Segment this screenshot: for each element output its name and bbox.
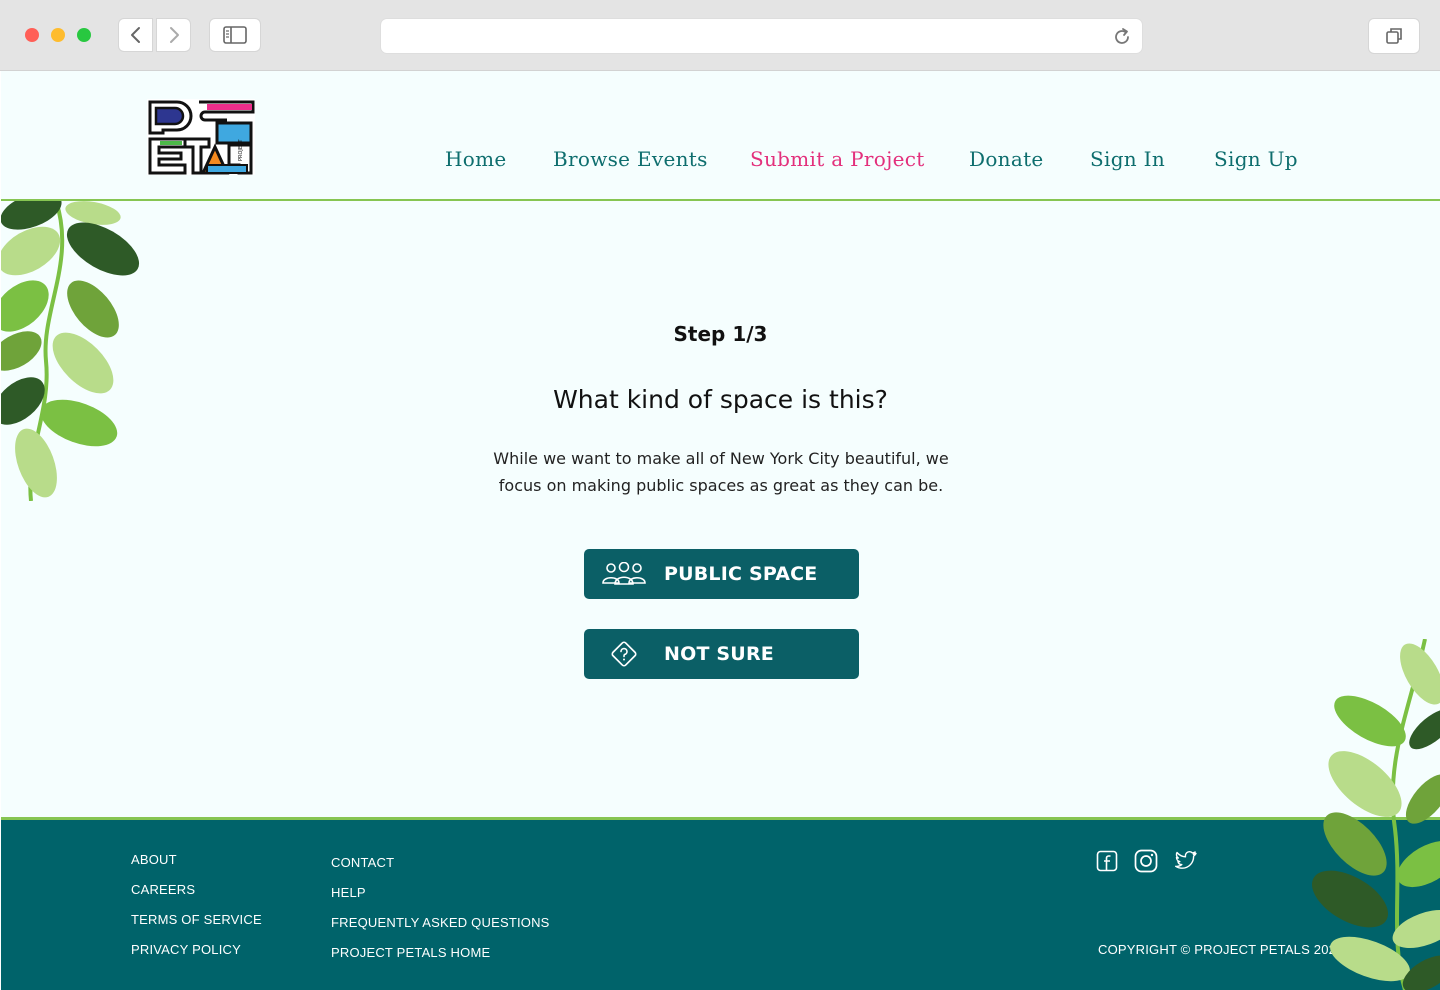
svg-text:PROJECT: PROJECT bbox=[238, 138, 244, 161]
nav-home[interactable]: Home bbox=[445, 147, 506, 171]
web-page: PROJECT Home Browse Events Submit a Proj… bbox=[1, 71, 1440, 990]
copyright-text: COPYRIGHT © PROJECT PETALS 2020 bbox=[1098, 942, 1344, 957]
tabs-overview-button[interactable] bbox=[1368, 18, 1420, 54]
sidebar-toggle-button[interactable] bbox=[209, 18, 261, 52]
public-space-label: PUBLIC SPACE bbox=[664, 563, 818, 585]
footer-link-help[interactable]: HELP bbox=[331, 885, 366, 900]
chevron-right-icon bbox=[169, 27, 179, 43]
footer-link-contact[interactable]: CONTACT bbox=[331, 855, 394, 870]
nav-donate[interactable]: Donate bbox=[969, 147, 1044, 171]
vine-leaves-right bbox=[1312, 639, 1440, 990]
address-bar[interactable] bbox=[380, 18, 1143, 54]
footer-link-home[interactable]: PROJECT PETALS HOME bbox=[331, 945, 490, 960]
site-footer: ABOUT CAREERS TERMS OF SERVICE PRIVACY P… bbox=[1, 817, 1440, 990]
people-icon bbox=[584, 562, 664, 586]
not-sure-label: NOT SURE bbox=[664, 643, 774, 665]
site-header: PROJECT Home Browse Events Submit a Proj… bbox=[1, 71, 1440, 201]
sidebar-icon bbox=[223, 26, 247, 44]
facebook-icon[interactable] bbox=[1095, 849, 1119, 873]
nav-sign-in[interactable]: Sign In bbox=[1090, 147, 1165, 171]
question-diamond-icon bbox=[584, 639, 664, 669]
address-input[interactable] bbox=[393, 25, 1097, 49]
chevron-left-icon bbox=[130, 27, 140, 43]
minimize-window-button[interactable] bbox=[51, 28, 65, 42]
petal-project-logo[interactable]: PROJECT bbox=[147, 99, 255, 175]
question-description: While we want to make all of New York Ci… bbox=[493, 449, 949, 495]
step-indicator: Step 1/3 bbox=[673, 322, 768, 346]
maximize-window-button[interactable] bbox=[77, 28, 91, 42]
footer-link-terms[interactable]: TERMS OF SERVICE bbox=[131, 912, 262, 927]
public-space-button[interactable]: PUBLIC SPACE bbox=[584, 549, 859, 599]
tabs-icon bbox=[1386, 28, 1402, 44]
footer-link-privacy[interactable]: PRIVACY POLICY bbox=[131, 942, 241, 957]
footer-link-faq[interactable]: FREQUENTLY ASKED QUESTIONS bbox=[331, 915, 550, 930]
footer-link-careers[interactable]: CAREERS bbox=[131, 882, 195, 897]
reload-icon bbox=[1115, 28, 1129, 44]
footer-link-about[interactable]: ABOUT bbox=[131, 852, 177, 867]
twitter-icon[interactable] bbox=[1174, 849, 1198, 873]
not-sure-button[interactable]: NOT SURE bbox=[584, 629, 859, 679]
forward-button[interactable] bbox=[156, 18, 191, 52]
main-content: Step 1/3 What kind of space is this? Whi… bbox=[1, 201, 1440, 817]
nav-submit-project[interactable]: Submit a Project bbox=[750, 147, 925, 171]
browser-toolbar bbox=[0, 0, 1440, 71]
nav-browse-events[interactable]: Browse Events bbox=[553, 147, 708, 171]
reload-button[interactable] bbox=[1110, 25, 1134, 49]
nav-sign-up[interactable]: Sign Up bbox=[1214, 147, 1298, 171]
back-button[interactable] bbox=[118, 18, 153, 52]
question-heading: What kind of space is this? bbox=[553, 385, 888, 414]
close-window-button[interactable] bbox=[25, 28, 39, 42]
instagram-icon[interactable] bbox=[1134, 849, 1158, 873]
